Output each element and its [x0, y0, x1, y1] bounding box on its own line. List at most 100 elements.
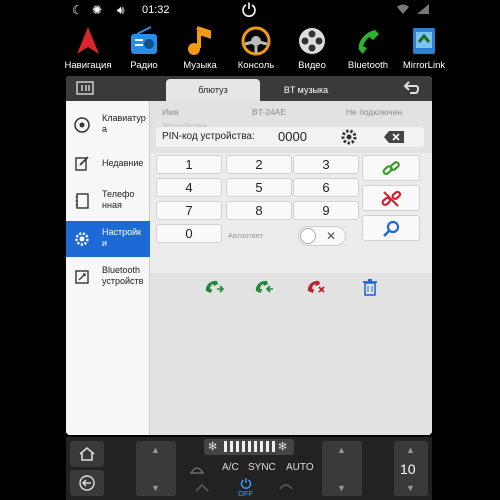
- fan-speed-control[interactable]: ✻ ✻: [204, 439, 294, 455]
- mirrorlink-icon: [407, 24, 441, 58]
- airflow-icon[interactable]: [194, 480, 210, 498]
- key-7[interactable]: 7: [156, 201, 222, 220]
- music-icon: [183, 24, 217, 58]
- autoanswer-toggle[interactable]: ✕: [298, 226, 346, 246]
- menu-icon[interactable]: [76, 81, 94, 100]
- sidebar-item-bt-devices[interactable]: Bluetooth устройств: [66, 259, 150, 295]
- key-5[interactable]: 5: [226, 178, 292, 197]
- back-button[interactable]: [70, 470, 104, 496]
- key-9[interactable]: 9: [293, 201, 359, 220]
- recirculate-icon[interactable]: [278, 480, 294, 498]
- settings-gear-icon: [74, 231, 90, 247]
- app-console[interactable]: Консоль: [226, 22, 286, 76]
- bluetooth-devices-icon: [74, 269, 90, 285]
- close-icon: ✕: [326, 229, 337, 243]
- app-radio[interactable]: Радио: [114, 22, 174, 76]
- key-8[interactable]: 8: [226, 201, 292, 220]
- tab-bt-music[interactable]: BT музыка: [261, 79, 351, 101]
- chevron-down-icon: ▼: [406, 483, 415, 493]
- link-icon: [381, 160, 401, 183]
- fan-icon-small: ✻: [208, 441, 218, 453]
- name-label: Имя: [162, 107, 179, 117]
- back-icon[interactable]: [402, 80, 420, 101]
- defrost-front-icon[interactable]: [189, 462, 205, 480]
- status-bar: ☾ ✺ 🔊︎ 01:32: [0, 0, 500, 22]
- fan-level-bars: [224, 441, 276, 452]
- key-1[interactable]: 1: [156, 155, 222, 174]
- settings-content: Имя BT-24AE Не подключен Устройства PIN-…: [150, 101, 432, 435]
- bluetooth-panel: блютуз BT музыка Клавиатура Недавние Тел…: [66, 76, 432, 435]
- recent-calls-icon: [74, 155, 90, 171]
- power-state: OFF: [238, 489, 253, 498]
- delete-icon[interactable]: [362, 278, 378, 301]
- search-button[interactable]: [362, 215, 420, 241]
- radio-icon: [127, 24, 161, 58]
- home-icon: [79, 446, 95, 467]
- sidebar-item-settings[interactable]: Настройки: [66, 221, 150, 257]
- answer-call-icon[interactable]: [204, 279, 225, 300]
- contacts-icon: [74, 193, 90, 209]
- chevron-up-icon: ▲: [406, 445, 415, 455]
- transfer-call-icon[interactable]: [254, 279, 274, 300]
- power-icon[interactable]: [241, 1, 257, 20]
- ac-button[interactable]: A/C: [222, 462, 239, 473]
- brightness-icon: ✺: [92, 3, 103, 17]
- call-bar: [150, 273, 432, 301]
- tab-bar: блютуз BT музыка: [66, 76, 432, 101]
- signal-icon: [416, 3, 430, 18]
- toggle-knob: [300, 228, 316, 244]
- app-navigation[interactable]: Навигация: [58, 22, 118, 76]
- tab-bluetooth[interactable]: блютуз: [166, 79, 260, 101]
- pin-row: PIN-код устройства: 0000: [156, 127, 424, 147]
- climate-bar: ▲ ▼ ▲ ▼ ✻ ✻ A/C SYNC AUTO OFF ▲ 10 ▼: [66, 437, 432, 500]
- app-bluetooth[interactable]: Bluetooth: [338, 22, 398, 76]
- pin-value[interactable]: 0000: [278, 129, 307, 144]
- key-0[interactable]: 0: [156, 224, 222, 243]
- sync-button[interactable]: SYNC: [248, 462, 276, 473]
- home-button[interactable]: [70, 441, 104, 467]
- app-mirrorlink[interactable]: MirrorLink: [394, 22, 454, 76]
- volume-icon: 🔊︎: [117, 3, 125, 17]
- connection-status: Не подключен: [346, 107, 403, 117]
- device-name: BT-24AE: [252, 107, 287, 117]
- app-launcher: Навигация Радио Музыка Консоль Видео Blu…: [58, 22, 500, 76]
- temperature-value: 10: [400, 461, 416, 477]
- connect-button[interactable]: [362, 155, 420, 181]
- temp-right-stepper[interactable]: ▲ ▼: [322, 441, 362, 496]
- fan-icon-large: ✻: [278, 441, 288, 453]
- chevron-down-icon: ▼: [151, 483, 160, 493]
- disconnect-button[interactable]: [362, 185, 420, 211]
- wifi-icon: [396, 3, 410, 18]
- hangup-icon[interactable]: [306, 279, 326, 300]
- chevron-up-icon: ▲: [337, 445, 346, 455]
- bluetooth-phone-icon: [351, 24, 385, 58]
- chevron-down-icon: ▼: [337, 483, 346, 493]
- navigation-icon: [71, 24, 105, 58]
- console-icon: [239, 24, 273, 58]
- back-arrow-icon: [79, 475, 95, 496]
- key-2[interactable]: 2: [226, 155, 292, 174]
- app-music[interactable]: Музыка: [170, 22, 230, 76]
- key-6[interactable]: 6: [293, 178, 359, 197]
- pin-settings-icon[interactable]: [340, 128, 358, 149]
- temperature-display: ▲ 10 ▼: [394, 441, 428, 496]
- clock: 01:32: [142, 4, 170, 16]
- video-icon: [295, 24, 329, 58]
- sidebar-item-recent[interactable]: Недавние: [66, 145, 150, 181]
- auto-button[interactable]: AUTO: [286, 462, 314, 473]
- search-icon: [382, 220, 400, 243]
- sidebar-item-keypad[interactable]: Клавиатура: [66, 107, 150, 143]
- backspace-icon[interactable]: [384, 131, 404, 146]
- sidebar: Клавиатура Недавние Телефонная Настройки…: [66, 101, 150, 435]
- night-mode-icon: ☾: [72, 3, 83, 17]
- autoanswer-label: Автоответ: [228, 231, 264, 240]
- pin-label: PIN-код устройства:: [162, 131, 255, 142]
- unlink-icon: [381, 190, 402, 213]
- key-3[interactable]: 3: [293, 155, 359, 174]
- app-video[interactable]: Видео: [282, 22, 342, 76]
- key-4[interactable]: 4: [156, 178, 222, 197]
- keypad-icon: [74, 117, 90, 133]
- sidebar-item-contacts[interactable]: Телефонная: [66, 183, 150, 219]
- chevron-up-icon: ▲: [151, 445, 160, 455]
- temp-left-stepper[interactable]: ▲ ▼: [136, 441, 176, 496]
